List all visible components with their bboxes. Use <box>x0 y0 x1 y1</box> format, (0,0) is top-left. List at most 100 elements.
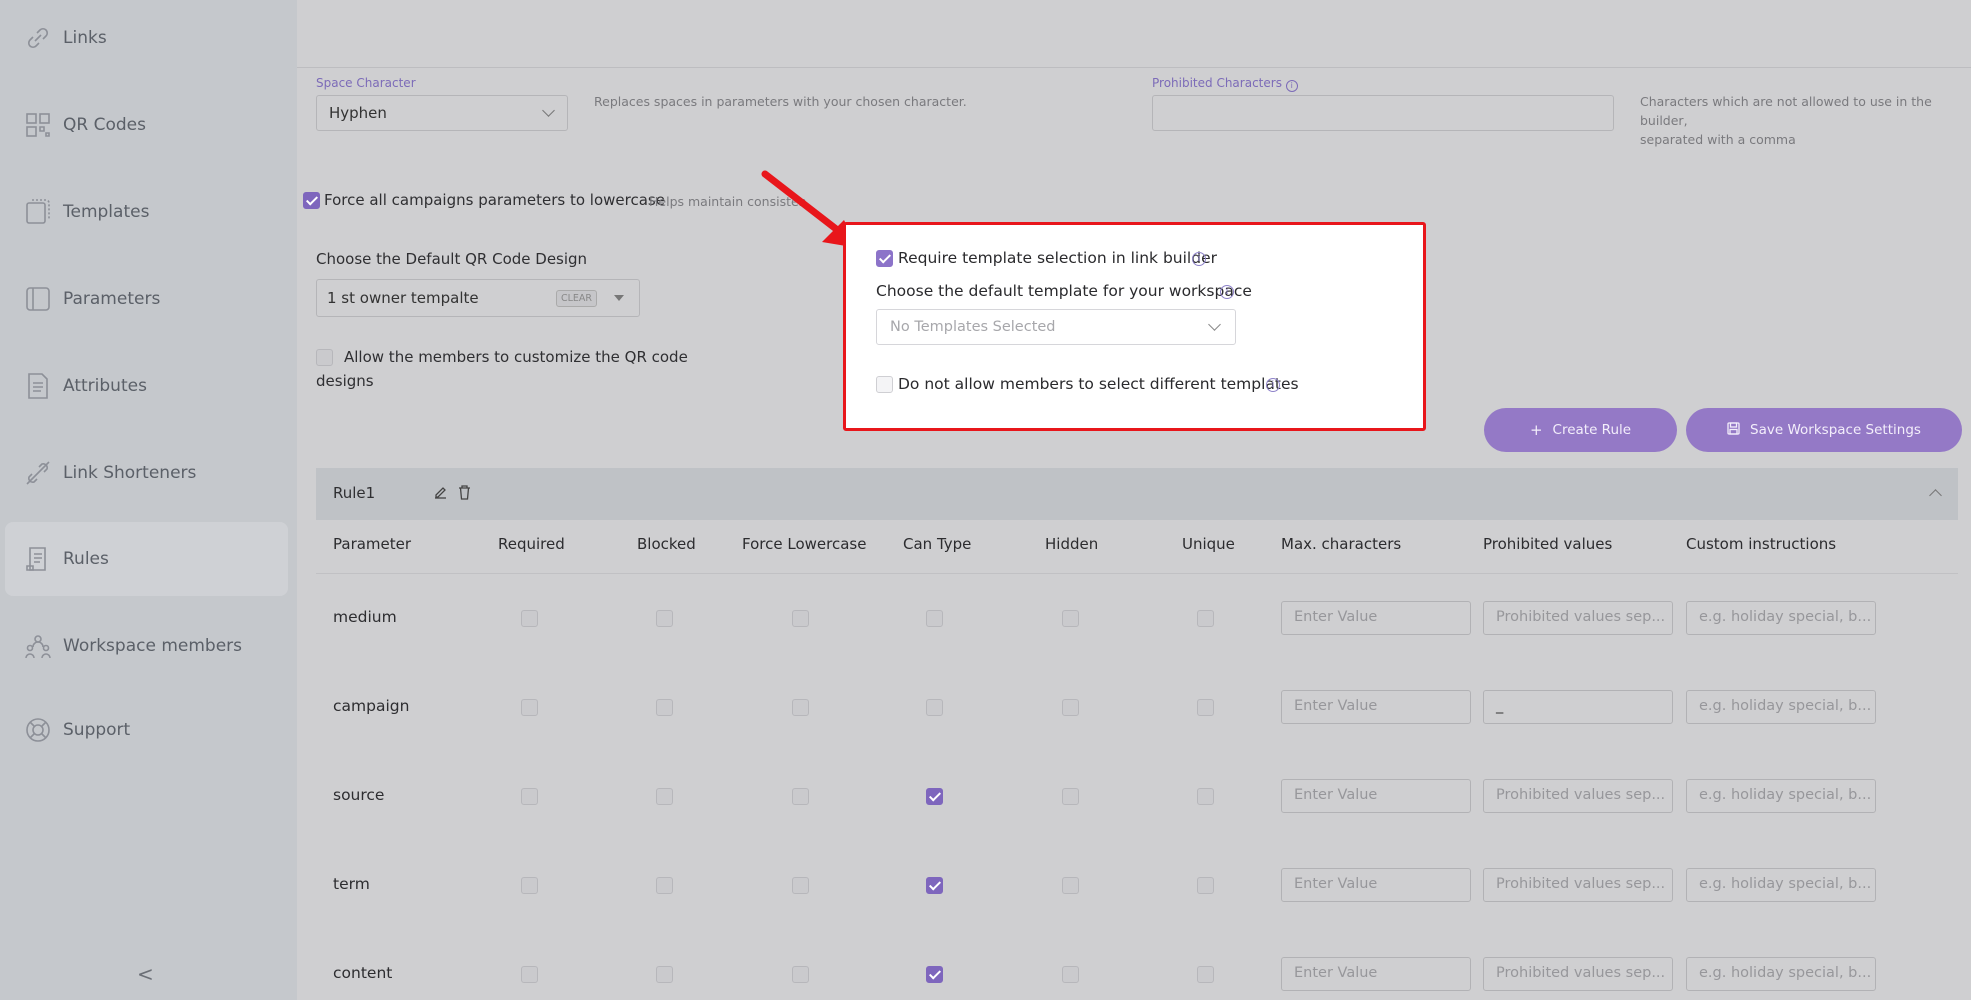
table-row-parameter: medium <box>333 608 397 626</box>
max-characters-input[interactable]: Enter Value <box>1281 868 1471 902</box>
caret-down-icon[interactable] <box>614 295 624 301</box>
table-row-parameter: campaign <box>333 697 410 715</box>
column-header-can-type: Can Type <box>903 535 972 553</box>
unique-checkbox[interactable] <box>1197 699 1214 716</box>
disallow-templates-checkbox[interactable] <box>876 376 893 393</box>
blocked-checkbox[interactable] <box>656 966 673 983</box>
force-lowercase-row-checkbox[interactable] <box>792 966 809 983</box>
info-icon[interactable]: i <box>1266 378 1280 392</box>
space-character-value: Hyphen <box>329 104 387 122</box>
sidebar-item-templates[interactable]: Templates <box>5 175 288 249</box>
sidebar-item-links[interactable]: Links <box>5 1 288 75</box>
unique-checkbox[interactable] <box>1197 966 1214 983</box>
force-lowercase-row-checkbox[interactable] <box>792 699 809 716</box>
table-row-parameter: content <box>333 964 393 982</box>
template-icon <box>26 199 50 224</box>
support-icon <box>26 718 50 742</box>
hidden-checkbox[interactable] <box>1062 966 1079 983</box>
hidden-checkbox[interactable] <box>1062 877 1079 894</box>
default-template-placeholder: No Templates Selected <box>890 319 1056 335</box>
info-icon[interactable]: i <box>1285 80 1298 92</box>
sidebar-item-support[interactable]: Support <box>5 693 288 767</box>
custom-instructions-input[interactable]: e.g. holiday special, b... <box>1686 957 1876 991</box>
max-characters-input[interactable]: Enter Value <box>1281 601 1471 635</box>
can-type-checkbox[interactable] <box>926 966 943 983</box>
column-header-blocked: Blocked <box>637 535 696 553</box>
unique-checkbox[interactable] <box>1197 610 1214 627</box>
prohibited-values-input[interactable]: Prohibited values sep... <box>1483 779 1673 813</box>
unique-checkbox[interactable] <box>1197 877 1214 894</box>
force-lowercase-checkbox[interactable] <box>303 192 320 209</box>
qr-code-icon <box>26 113 50 137</box>
require-template-checkbox[interactable] <box>876 250 893 267</box>
sidebar-item-attributes[interactable]: Attributes <box>5 349 288 423</box>
required-checkbox[interactable] <box>521 788 538 805</box>
max-characters-input[interactable]: Enter Value <box>1281 957 1471 991</box>
required-checkbox[interactable] <box>521 966 538 983</box>
qr-design-label: Choose the Default QR Code Design <box>316 250 588 268</box>
blocked-checkbox[interactable] <box>656 788 673 805</box>
sidebar-item-label: Templates <box>63 202 150 222</box>
prohibited-values-input[interactable]: Prohibited values sep... <box>1483 957 1673 991</box>
sidebar-item-label: Parameters <box>63 289 161 309</box>
max-characters-input[interactable]: Enter Value <box>1281 690 1471 724</box>
blocked-checkbox[interactable] <box>656 610 673 627</box>
save-workspace-settings-button[interactable]: Save Workspace Settings <box>1686 408 1962 452</box>
force-lowercase-row-checkbox[interactable] <box>792 610 809 627</box>
blocked-checkbox[interactable] <box>656 877 673 894</box>
sidebar-item-label: Rules <box>63 549 109 569</box>
can-type-checkbox[interactable] <box>926 610 943 627</box>
force-lowercase-row-checkbox[interactable] <box>792 788 809 805</box>
required-checkbox[interactable] <box>521 699 538 716</box>
force-lowercase-row-checkbox[interactable] <box>792 877 809 894</box>
clear-button[interactable]: CLEAR <box>556 290 598 307</box>
max-characters-input[interactable]: Enter Value <box>1281 779 1471 813</box>
space-character-select[interactable]: Hyphen <box>316 95 568 131</box>
required-checkbox[interactable] <box>521 610 538 627</box>
can-type-checkbox[interactable] <box>926 877 943 894</box>
sidebar-item-link-shorteners[interactable]: Link Shorteners <box>5 436 288 510</box>
column-header-force-lowercase: Force Lowercase <box>742 535 867 553</box>
custom-instructions-input[interactable]: e.g. holiday special, b... <box>1686 690 1876 724</box>
edit-icon[interactable] <box>433 485 448 504</box>
prohibited-values-input[interactable]: Prohibited values sep... <box>1483 868 1673 902</box>
required-checkbox[interactable] <box>521 877 538 894</box>
allow-customize-checkbox[interactable] <box>316 349 333 366</box>
info-icon[interactable]: i <box>1220 285 1234 299</box>
sidebar-item-label: Workspace members <box>63 636 242 656</box>
sidebar-item-parameters[interactable]: Parameters <box>5 262 288 336</box>
unique-checkbox[interactable] <box>1197 788 1214 805</box>
custom-instructions-input[interactable]: e.g. holiday special, b... <box>1686 779 1876 813</box>
save-icon <box>1727 421 1740 439</box>
sidebar-item-label: Attributes <box>63 376 147 396</box>
can-type-checkbox[interactable] <box>926 699 943 716</box>
sidebar-item-label: Support <box>63 720 131 740</box>
qr-design-select[interactable]: 1 st owner tempalte CLEAR <box>316 279 640 317</box>
collapse-sidebar-button[interactable]: < <box>137 962 154 986</box>
rule-header[interactable]: Rule1 <box>316 468 1958 520</box>
blocked-checkbox[interactable] <box>656 699 673 716</box>
plus-icon: + <box>1529 421 1543 439</box>
custom-instructions-input[interactable]: e.g. holiday special, b... <box>1686 601 1876 635</box>
column-header-custom-instructions: Custom instructions <box>1686 535 1837 553</box>
info-icon[interactable]: i <box>1192 252 1206 266</box>
hidden-checkbox[interactable] <box>1062 699 1079 716</box>
sidebar-item-workspace-members[interactable]: Workspace members <box>5 609 288 683</box>
chevron-up-icon[interactable] <box>1929 489 1942 502</box>
chevron-down-icon <box>1208 318 1221 331</box>
hidden-checkbox[interactable] <box>1062 610 1079 627</box>
prohibited-values-input[interactable]: _ <box>1483 690 1673 724</box>
column-header-unique: Unique <box>1182 535 1235 553</box>
allow-customize-label-line1: Allow the members to customize the QR co… <box>344 348 688 366</box>
custom-instructions-input[interactable]: e.g. holiday special, b... <box>1686 868 1876 902</box>
prohibited-characters-input[interactable] <box>1152 95 1614 131</box>
hidden-checkbox[interactable] <box>1062 788 1079 805</box>
default-template-select[interactable]: No Templates Selected <box>876 309 1236 345</box>
create-rule-button[interactable]: + Create Rule <box>1484 408 1677 452</box>
sidebar-item-rules[interactable]: Rules <box>5 522 288 596</box>
can-type-checkbox[interactable] <box>926 788 943 805</box>
prohibited-values-input[interactable]: Prohibited values sep... <box>1483 601 1673 635</box>
trash-icon[interactable] <box>457 484 472 504</box>
space-character-help: Replaces spaces in parameters with your … <box>594 94 967 109</box>
sidebar-item-qr-codes[interactable]: QR Codes <box>5 88 288 162</box>
